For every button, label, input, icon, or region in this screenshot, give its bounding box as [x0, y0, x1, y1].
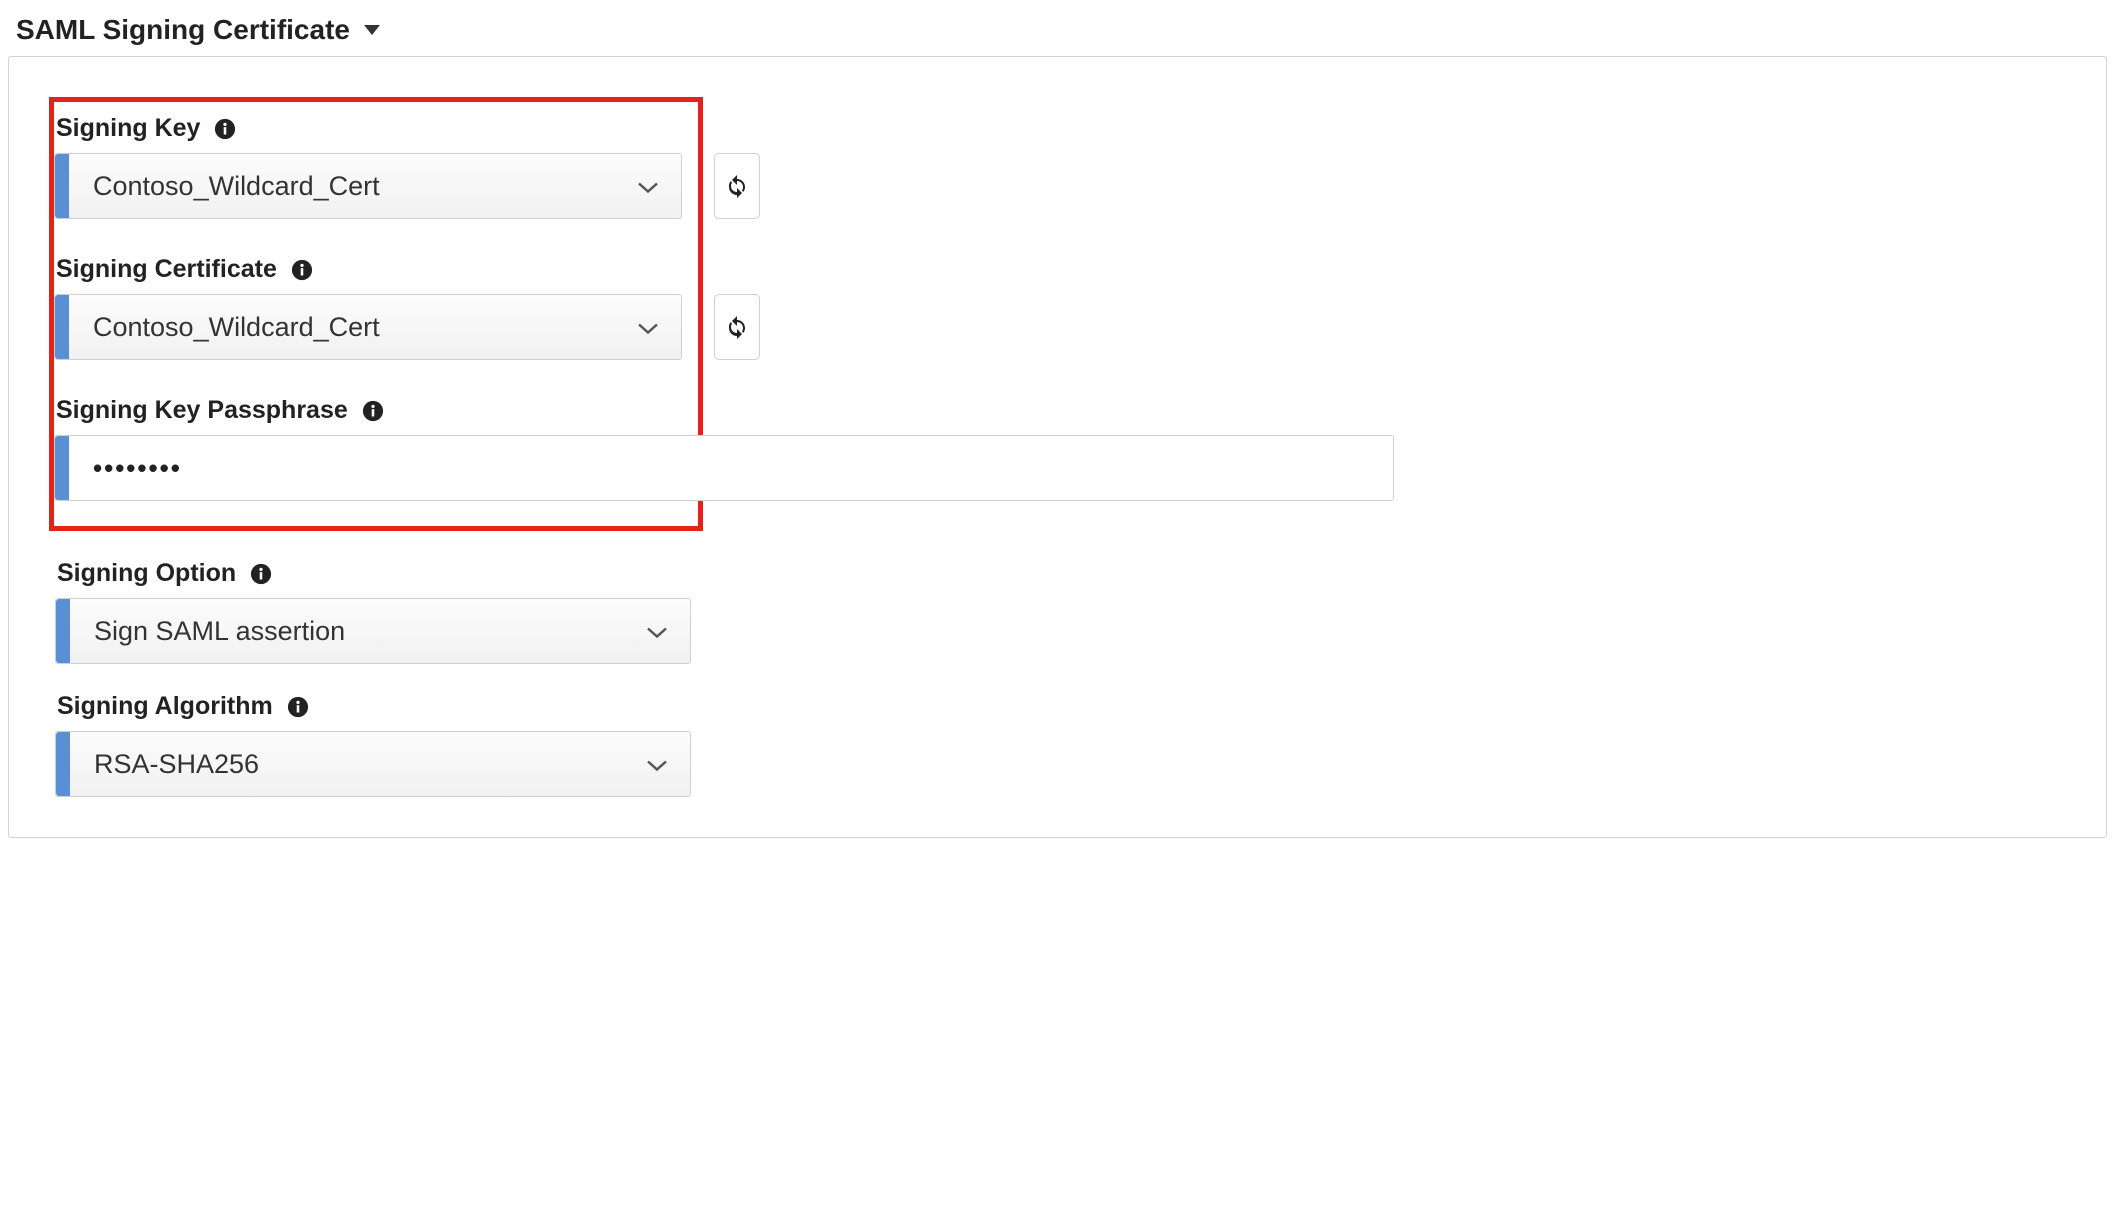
signing-key-label: Signing Key	[54, 114, 684, 143]
blue-accent-bar	[55, 154, 69, 218]
signing-algorithm-value: RSA-SHA256	[94, 749, 259, 780]
signing-certificate-value: Contoso_Wildcard_Cert	[93, 312, 380, 343]
blue-accent-bar	[55, 295, 69, 359]
signing-key-group: Signing Key Contoso_Wildcard_Cert	[54, 114, 684, 219]
highlighted-group: Signing Key Contoso_Wildcard_Cert	[49, 97, 703, 531]
signing-certificate-group: Signing Certificate Contoso_Wildcard_Cer…	[54, 255, 684, 360]
signing-key-select[interactable]: Contoso_Wildcard_Cert	[54, 153, 682, 219]
saml-signing-panel: Signing Key Contoso_Wildcard_Cert	[8, 56, 2107, 838]
signing-key-value: Contoso_Wildcard_Cert	[93, 171, 380, 202]
signing-certificate-refresh-button[interactable]	[714, 294, 760, 360]
info-icon[interactable]	[287, 696, 309, 718]
chevron-down-icon	[646, 616, 668, 647]
signing-option-select[interactable]: Sign SAML assertion	[55, 598, 691, 664]
section-header[interactable]: SAML Signing Certificate	[8, 8, 2107, 56]
signing-key-passphrase-value: ••••••••	[93, 453, 182, 484]
blue-accent-bar	[56, 732, 70, 796]
blue-accent-bar	[56, 599, 70, 663]
info-icon[interactable]	[291, 259, 313, 281]
section-title: SAML Signing Certificate	[16, 14, 350, 46]
signing-option-group: Signing Option Sign SAML assertion	[55, 559, 2060, 664]
signing-algorithm-group: Signing Algorithm RSA-SHA256	[55, 692, 2060, 797]
signing-key-passphrase-input[interactable]: ••••••••	[54, 435, 1394, 501]
signing-option-value: Sign SAML assertion	[94, 616, 345, 647]
signing-algorithm-select[interactable]: RSA-SHA256	[55, 731, 691, 797]
info-icon[interactable]	[250, 563, 272, 585]
caret-down-icon	[364, 20, 380, 41]
signing-key-passphrase-label: Signing Key Passphrase	[54, 396, 684, 425]
signing-certificate-label: Signing Certificate	[54, 255, 684, 284]
signing-key-passphrase-group: Signing Key Passphrase ••••••••	[54, 396, 684, 506]
chevron-down-icon	[646, 749, 668, 780]
signing-option-label-text: Signing Option	[57, 559, 236, 588]
info-icon[interactable]	[362, 400, 384, 422]
signing-option-label: Signing Option	[55, 559, 2060, 588]
signing-algorithm-label: Signing Algorithm	[55, 692, 2060, 721]
info-icon[interactable]	[214, 118, 236, 140]
signing-key-passphrase-label-text: Signing Key Passphrase	[56, 396, 348, 425]
signing-certificate-label-text: Signing Certificate	[56, 255, 277, 284]
signing-certificate-select[interactable]: Contoso_Wildcard_Cert	[54, 294, 682, 360]
blue-accent-bar	[55, 436, 69, 500]
signing-key-label-text: Signing Key	[56, 114, 200, 143]
signing-algorithm-label-text: Signing Algorithm	[57, 692, 273, 721]
chevron-down-icon	[637, 312, 659, 343]
signing-key-refresh-button[interactable]	[714, 153, 760, 219]
chevron-down-icon	[637, 171, 659, 202]
